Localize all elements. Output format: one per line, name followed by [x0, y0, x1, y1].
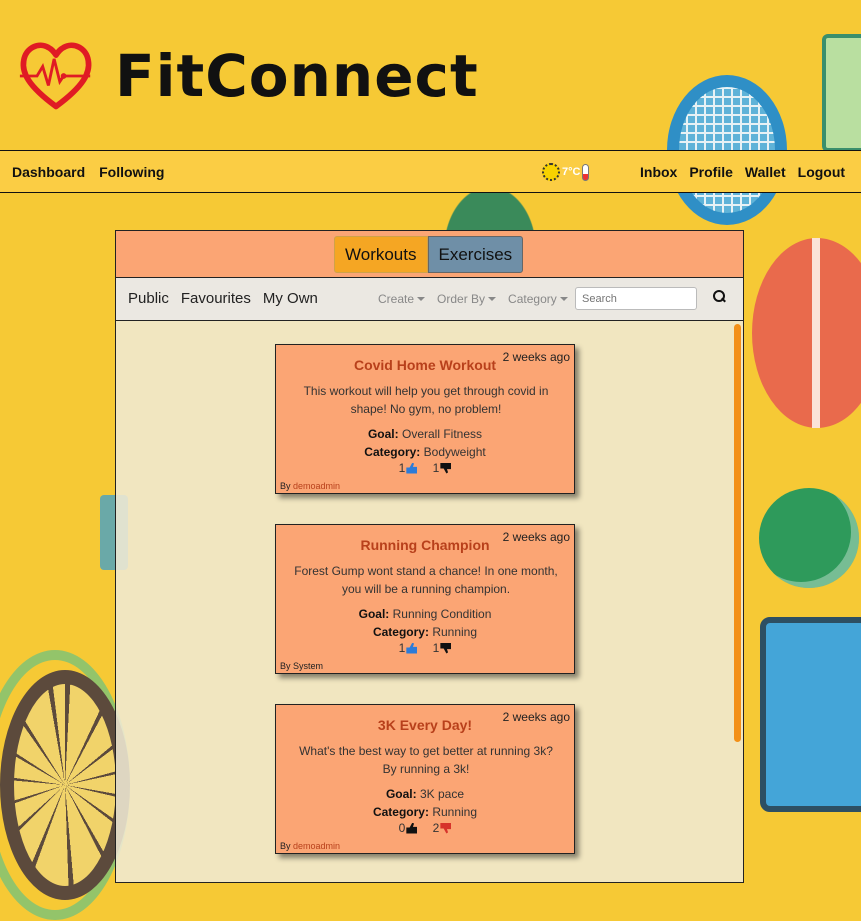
card-votes: 1 1	[276, 461, 574, 475]
card-goal: Goal: Running Condition	[276, 607, 574, 621]
thumbs-down-icon[interactable]	[440, 462, 452, 474]
dislike-count: 2	[432, 821, 440, 835]
filter-tabs: Public Favourites My Own	[128, 290, 318, 307]
main-navbar: Dashboard Following 7°C Inbox Profile Wa…	[0, 150, 861, 193]
sun-icon	[542, 163, 560, 181]
workout-card[interactable]: 2 weeks ago Covid Home Workout This work…	[275, 344, 575, 494]
dislike-group[interactable]: 1	[433, 641, 452, 655]
workouts-exercises-toggle: Workouts Exercises	[334, 236, 524, 273]
nav-right-group: Inbox Profile Wallet Logout	[640, 164, 845, 180]
tab-my-own[interactable]: My Own	[263, 290, 318, 307]
card-title[interactable]: Running Champion	[276, 537, 574, 553]
thumbs-up-icon[interactable]	[406, 462, 418, 474]
category-value: Running	[432, 625, 478, 639]
search-input[interactable]	[575, 287, 697, 310]
dislike-group[interactable]: 2	[433, 821, 452, 835]
dislike-count: 1	[432, 461, 440, 475]
card-author-line: By System	[280, 661, 323, 671]
weather-temperature: 7°C	[562, 166, 581, 178]
card-title[interactable]: Covid Home Workout	[276, 357, 574, 373]
category-label: Category:	[364, 445, 421, 459]
dislike-count: 1	[432, 641, 440, 655]
tab-favourites[interactable]: Favourites	[181, 290, 251, 307]
exercises-toggle-button[interactable]: Exercises	[427, 236, 524, 273]
card-votes: 0 2	[276, 821, 574, 835]
category-value: Bodyweight	[423, 445, 486, 459]
goal-label: Goal:	[358, 607, 390, 621]
order-by-dropdown[interactable]: Order By	[437, 292, 496, 306]
filter-dropdowns: Create Order By Category	[378, 292, 568, 306]
nav-following-link[interactable]: Following	[99, 164, 164, 180]
workout-card[interactable]: 2 weeks ago 3K Every Day! What's the bes…	[275, 704, 575, 854]
card-category: Category: Bodyweight	[276, 445, 574, 459]
card-description: What's the best way to get better at run…	[299, 744, 553, 776]
by-label: By	[280, 481, 291, 491]
thumbs-down-icon[interactable]	[440, 822, 452, 834]
like-count: 0	[398, 821, 406, 835]
like-group[interactable]: 0	[399, 821, 418, 835]
card-category: Category: Running	[276, 805, 574, 819]
goal-label: Goal:	[367, 427, 399, 441]
like-group[interactable]: 1	[399, 461, 418, 475]
nav-left-group: Dashboard Following	[12, 164, 164, 180]
like-count: 1	[398, 461, 406, 475]
goal-value: Overall Fitness	[401, 427, 483, 441]
thumbs-up-icon[interactable]	[406, 822, 418, 834]
create-dropdown[interactable]: Create	[378, 292, 425, 306]
goal-value: Running Condition	[392, 607, 492, 621]
card-goal: Goal: Overall Fitness	[276, 427, 574, 441]
tennis-ball-decoration	[759, 488, 859, 588]
card-author-link[interactable]: demoadmin	[293, 481, 340, 491]
tab-public[interactable]: Public	[128, 290, 169, 307]
workout-feed[interactable]: 2 weeks ago Covid Home Workout This work…	[116, 322, 743, 882]
card-title[interactable]: 3K Every Day!	[276, 717, 574, 733]
nav-dashboard-link[interactable]: Dashboard	[12, 164, 85, 180]
workouts-toggle-button[interactable]: Workouts	[334, 236, 428, 273]
category-label: Category:	[372, 625, 429, 639]
like-count: 1	[398, 641, 406, 655]
card-votes: 1 1	[276, 641, 574, 655]
category-label: Category:	[372, 805, 429, 819]
app-logo-text[interactable]: FitConnect	[115, 40, 479, 112]
basketball-decoration	[752, 238, 861, 428]
category-dropdown[interactable]: Category	[508, 292, 568, 306]
bike-wheel-decoration	[0, 670, 130, 900]
site-header: FitConnect	[0, 0, 861, 150]
filter-bar: Public Favourites My Own Create Order By…	[116, 278, 743, 321]
water-bottle-decoration	[760, 617, 861, 812]
goal-value: 3K pace	[419, 787, 465, 801]
card-author-link[interactable]: demoadmin	[293, 841, 340, 851]
panel-header: Workouts Exercises	[116, 231, 743, 278]
search-icon[interactable]	[713, 290, 725, 302]
weather-widget: 7°C	[542, 163, 590, 181]
card-goal: Goal: 3K pace	[276, 787, 574, 801]
feed-scrollbar[interactable]	[734, 324, 741, 742]
heart-pulse-logo-icon	[19, 42, 92, 110]
like-group[interactable]: 1	[399, 641, 418, 655]
card-author-link[interactable]: System	[293, 661, 323, 671]
card-description: This workout will help you get through c…	[303, 384, 549, 416]
goal-label: Goal:	[385, 787, 417, 801]
thumbs-up-icon[interactable]	[406, 642, 418, 654]
workout-card[interactable]: 2 weeks ago Running Champion Forest Gump…	[275, 524, 575, 674]
card-description: Forest Gump wont stand a chance! In one …	[294, 564, 558, 596]
card-author-line: By demoadmin	[280, 481, 340, 491]
by-label: By	[280, 841, 291, 851]
workouts-panel: Workouts Exercises Public Favourites My …	[115, 230, 744, 883]
nav-profile-link[interactable]: Profile	[689, 164, 733, 180]
thermometer-icon	[582, 163, 590, 181]
card-category: Category: Running	[276, 625, 574, 639]
nav-inbox-link[interactable]: Inbox	[640, 164, 677, 180]
nav-logout-link[interactable]: Logout	[798, 164, 845, 180]
category-value: Running	[432, 805, 478, 819]
by-label: By	[280, 661, 291, 671]
dislike-group[interactable]: 1	[433, 461, 452, 475]
nav-wallet-link[interactable]: Wallet	[745, 164, 786, 180]
thumbs-down-icon[interactable]	[440, 642, 452, 654]
card-author-line: By demoadmin	[280, 841, 340, 851]
